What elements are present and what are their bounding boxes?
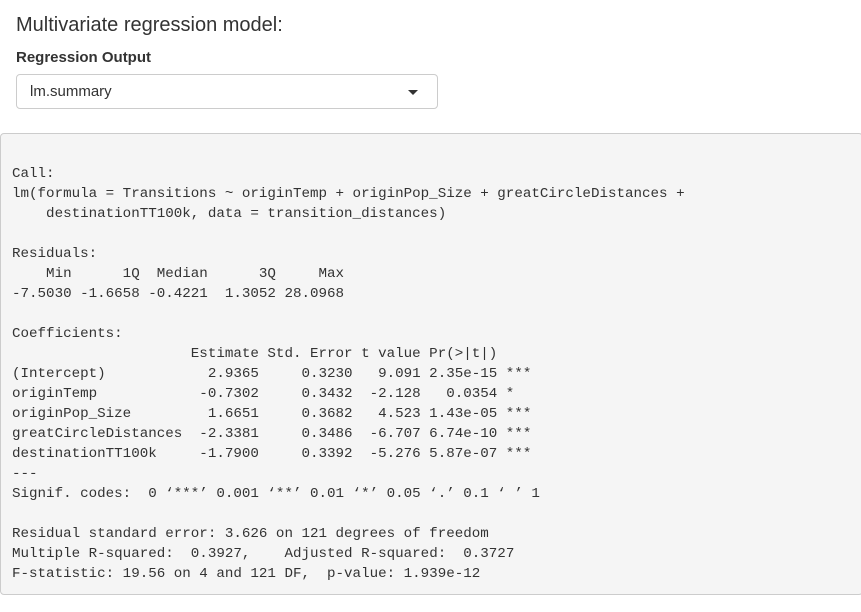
selected-value: lm.summary bbox=[30, 83, 112, 100]
page-title: Multivariate regression model: bbox=[16, 14, 283, 36]
regression-output-label: Regression Output bbox=[16, 49, 152, 66]
regression-summary-output: Call: lm(formula = Transitions ~ originT… bbox=[0, 133, 861, 595]
regression-output-select[interactable]: lm.summary bbox=[16, 74, 438, 109]
chevron-down-icon[interactable] bbox=[408, 90, 418, 95]
app-page: Multivariate regression model: Regressio… bbox=[0, 0, 861, 612]
